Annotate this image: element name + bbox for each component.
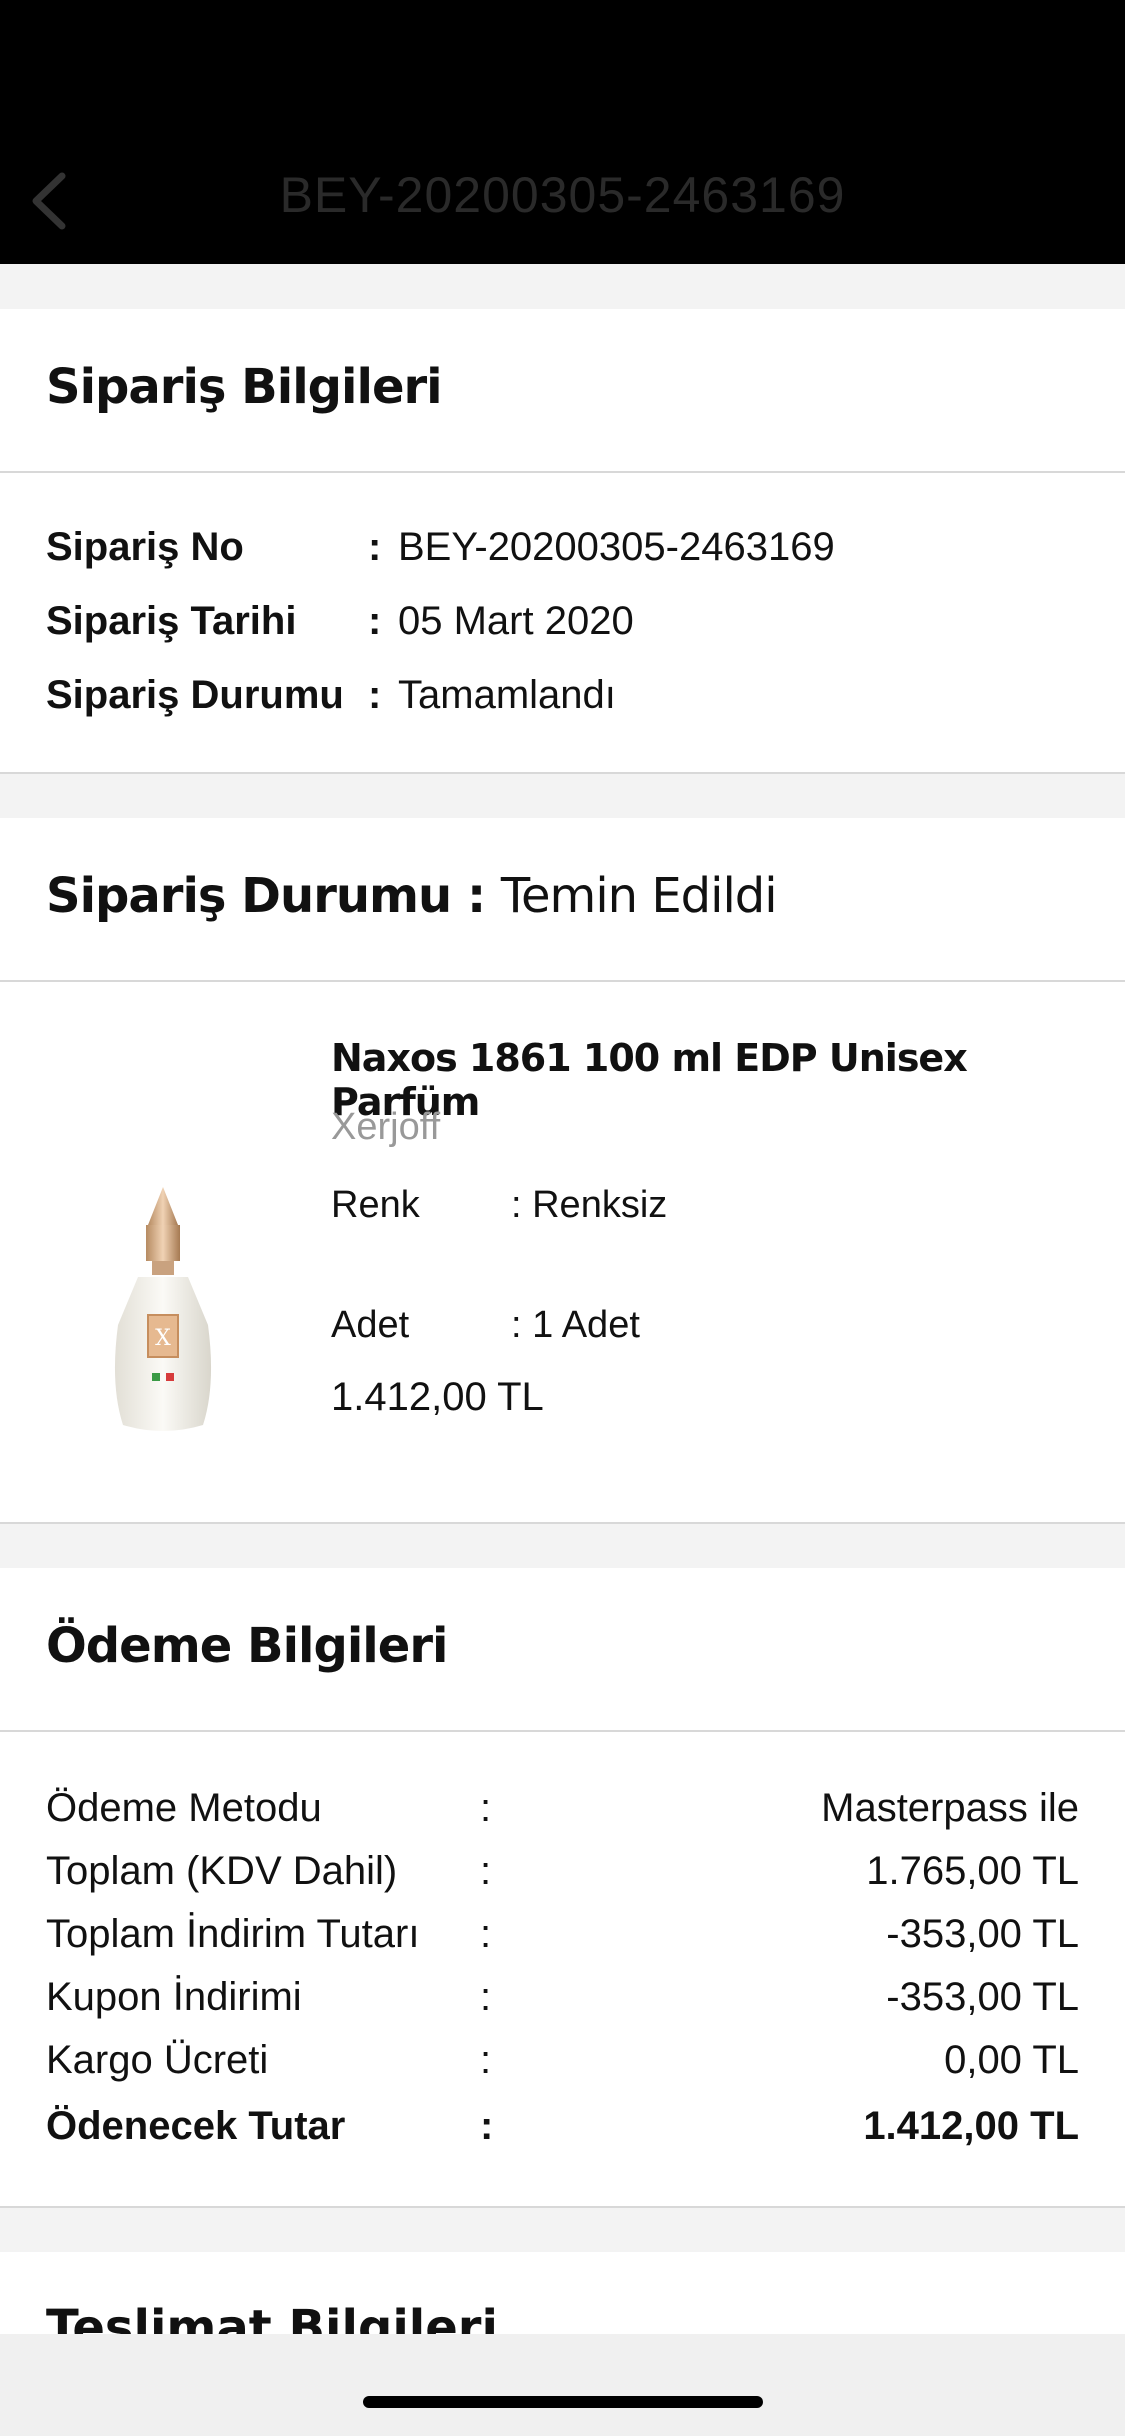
order-date-label: Sipariş Tarihi <box>46 599 297 643</box>
order-state-value: Tamamlandı <box>398 673 616 717</box>
payment-coupon-value: -353,00 TL <box>886 1975 1079 2019</box>
payment-discount-label: Toplam İndirim Tutarı <box>46 1912 420 1956</box>
perfume-bottle-icon: X <box>114 1187 212 1431</box>
order-status-value: Temin Edildi <box>500 868 778 924</box>
payment-row: Kupon İndirimi : -353,00 TL <box>46 1975 1079 2019</box>
delivery-title: Teslimat Bilgileri <box>46 2300 498 2334</box>
payment-shipping-label: Kargo Ücreti <box>46 2038 269 2082</box>
payment-row: Kargo Ücreti : 0,00 TL <box>46 2038 1079 2082</box>
product-color-value: : Renksiz <box>511 1184 668 1226</box>
product-color-label: Renk <box>331 1184 420 1226</box>
svg-text:X: X <box>155 1326 171 1351</box>
payment-total-label: Toplam (KDV Dahil) <box>46 1849 398 1893</box>
order-status-label: Sipariş Durumu : <box>46 868 486 924</box>
order-info-title: Sipariş Bilgileri <box>46 359 443 415</box>
product-qty-label: Adet <box>331 1304 410 1346</box>
payment-discount-value: -353,00 TL <box>886 1912 1079 1956</box>
payment-header: Ödeme Bilgileri <box>0 1568 1125 1732</box>
order-info-section: Sipariş Bilgileri Sipariş No: BEY-2020030… <box>0 309 1125 772</box>
payment-section: Ödeme Bilgileri Ödeme Metodu : Masterpas… <box>0 1568 1125 2206</box>
home-indicator[interactable] <box>363 2396 763 2408</box>
order-no-row: Sipariş No: BEY-20200305-2463169 <box>46 525 835 569</box>
payment-row: Ödeme Metodu : Masterpass ile <box>46 1786 1079 1830</box>
payment-method-value: Masterpass ile <box>821 1786 1079 1830</box>
payment-due-label: Ödenecek Tutar <box>46 2104 346 2148</box>
order-date-value: 05 Mart 2020 <box>398 599 634 643</box>
order-no-value: BEY-20200305-2463169 <box>398 525 835 569</box>
product-price: 1.412,00 TL <box>331 1375 544 1419</box>
payment-row: Toplam (KDV Dahil) : 1.765,00 TL <box>46 1849 1079 1893</box>
delivery-section: Teslimat Bilgileri <box>0 2252 1125 2334</box>
payment-shipping-value: 0,00 TL <box>944 2038 1079 2082</box>
order-state-row: Sipariş Durumu: Tamamlandı <box>46 673 616 717</box>
payment-row: Toplam İndirim Tutarı : -353,00 TL <box>46 1912 1079 1956</box>
order-status-header: Sipariş Durumu : Temin Edildi <box>0 818 1125 982</box>
payment-due-value: 1.412,00 TL <box>863 2104 1079 2148</box>
product-color-row: Renk : Renksiz <box>331 1184 667 1227</box>
product-qty-value: : 1 Adet <box>511 1304 640 1346</box>
nav-header: BEY-20200305-2463169 <box>0 0 1125 264</box>
product-name[interactable]: Naxos 1861 100 ml EDP Unisex Parfüm <box>331 1036 1125 1124</box>
payment-row: Ödenecek Tutar : 1.412,00 TL <box>46 2104 1079 2148</box>
payment-total-value: 1.765,00 TL <box>866 1849 1079 1893</box>
product-qty-row: Adet : 1 Adet <box>331 1304 640 1347</box>
order-state-label: Sipariş Durumu <box>46 673 344 717</box>
payment-title: Ödeme Bilgileri <box>46 1618 448 1674</box>
bottom-bar <box>0 2334 1125 2436</box>
order-no-label: Sipariş No <box>46 525 244 569</box>
product-image[interactable]: X <box>108 1185 218 1450</box>
payment-method-label: Ödeme Metodu <box>46 1786 322 1830</box>
order-date-row: Sipariş Tarihi:05 Mart 2020 <box>46 599 634 643</box>
page-title: BEY-20200305-2463169 <box>279 167 846 223</box>
order-info-header: Sipariş Bilgileri <box>0 309 1125 473</box>
payment-coupon-label: Kupon İndirimi <box>46 1975 302 2019</box>
product-brand: Xerjoff <box>331 1106 441 1148</box>
